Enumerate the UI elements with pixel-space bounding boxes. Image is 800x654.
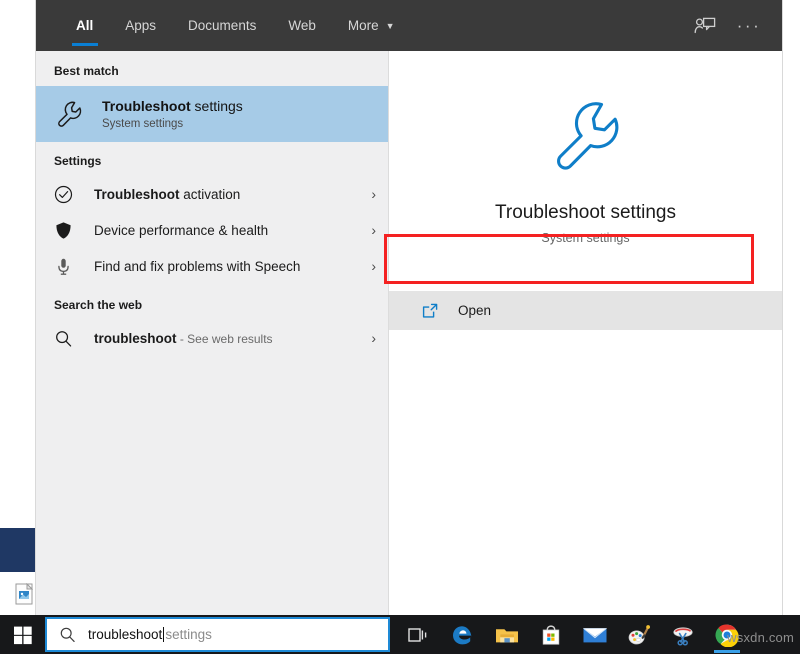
- taskbar-search-input[interactable]: troubleshoot settings: [46, 618, 389, 651]
- person-feedback-icon[interactable]: [692, 13, 718, 39]
- settings-heading: Settings: [36, 142, 388, 176]
- search-tabs: All Apps Documents Web More ▼: [36, 0, 411, 51]
- result-label-bold: Troubleshoot: [94, 187, 180, 202]
- result-troubleshoot-activation[interactable]: Troubleshoot activation ›: [36, 176, 388, 212]
- tab-active-underline: [72, 43, 98, 46]
- microsoft-store-button[interactable]: [529, 615, 573, 654]
- microsoft-edge-button[interactable]: [441, 615, 485, 654]
- best-match-subtitle: System settings: [102, 116, 243, 132]
- results-pane: Best match Troubleshoot settings System …: [36, 51, 389, 616]
- chevron-right-icon[interactable]: ›: [363, 186, 376, 202]
- chevron-down-icon: ▼: [386, 22, 395, 31]
- file-explorer-button[interactable]: [485, 615, 529, 654]
- result-label-bold: troubleshoot: [94, 331, 177, 346]
- open-external-icon: [421, 302, 458, 320]
- tab-web[interactable]: Web: [272, 0, 332, 51]
- best-match-result[interactable]: Troubleshoot settings System settings: [36, 86, 388, 142]
- task-view-button[interactable]: [397, 615, 441, 654]
- preview-subtitle: System settings: [541, 231, 629, 245]
- taskbar-items: [397, 615, 749, 654]
- search-body: Best match Troubleshoot settings System …: [36, 51, 782, 616]
- result-label-rest: Find and fix problems with Speech: [94, 259, 300, 274]
- result-label: Device performance & health: [94, 223, 268, 238]
- wrench-icon: [54, 99, 102, 129]
- result-label: Troubleshoot activation: [94, 187, 240, 202]
- ellipsis-glyph: ···: [737, 21, 761, 31]
- tab-web-label: Web: [288, 18, 316, 33]
- paint-3d-button[interactable]: [617, 615, 661, 654]
- text-cursor: [163, 627, 164, 642]
- tab-all[interactable]: All: [60, 0, 109, 51]
- google-chrome-button[interactable]: [705, 615, 749, 654]
- start-button[interactable]: [0, 615, 46, 654]
- screen: All Apps Documents Web More ▼: [0, 0, 800, 654]
- result-web-troubleshoot[interactable]: troubleshoot - See web results ›: [36, 320, 388, 356]
- desktop-file-icon[interactable]: [15, 583, 33, 605]
- search-suggestion-text: settings: [165, 627, 212, 642]
- chevron-right-icon[interactable]: ›: [363, 258, 376, 274]
- preview-pane: Troubleshoot settings System settings Op…: [389, 51, 782, 616]
- tab-all-label: All: [76, 18, 93, 33]
- preview-title: Troubleshoot settings: [495, 202, 676, 224]
- wrench-icon-large: [547, 97, 625, 180]
- best-match-heading: Best match: [36, 54, 388, 86]
- search-icon: [59, 626, 76, 643]
- chevron-right-icon[interactable]: ›: [363, 222, 376, 238]
- tab-documents-label: Documents: [188, 18, 256, 33]
- open-action-button[interactable]: Open: [389, 291, 782, 330]
- search-header-actions: ···: [692, 0, 782, 51]
- search-the-web-heading: Search the web: [36, 284, 388, 320]
- search-header: All Apps Documents Web More ▼: [36, 0, 782, 51]
- microphone-icon: [54, 257, 94, 276]
- result-find-fix-speech[interactable]: Find and fix problems with Speech ›: [36, 248, 388, 284]
- result-device-performance-health[interactable]: Device performance & health ›: [36, 212, 388, 248]
- check-circle-icon: [54, 185, 94, 204]
- result-label-rest: activation: [180, 187, 241, 202]
- best-match-texts: Troubleshoot settings System settings: [102, 97, 243, 132]
- search-icon: [54, 329, 94, 348]
- mail-button[interactable]: [573, 615, 617, 654]
- tab-more-label: More: [348, 18, 379, 33]
- tab-apps-label: Apps: [125, 18, 156, 33]
- best-match-title-bold: Troubleshoot: [102, 98, 191, 114]
- more-options-icon[interactable]: ···: [736, 13, 762, 39]
- best-match-title-rest: settings: [191, 98, 243, 114]
- tab-more[interactable]: More ▼: [332, 0, 411, 51]
- taskbar: troubleshoot settings: [0, 615, 800, 654]
- tab-apps[interactable]: Apps: [109, 0, 172, 51]
- shield-icon: [54, 221, 94, 240]
- search-typed-text: troubleshoot: [88, 627, 162, 642]
- result-label-rest: - See web results: [177, 332, 273, 346]
- tab-documents[interactable]: Documents: [172, 0, 272, 51]
- snipping-tool-button[interactable]: [661, 615, 705, 654]
- search-flyout: All Apps Documents Web More ▼: [36, 0, 782, 616]
- open-action-label: Open: [458, 303, 491, 318]
- chevron-right-icon[interactable]: ›: [363, 330, 376, 346]
- best-match-title: Troubleshoot settings: [102, 97, 243, 116]
- preview-header: Troubleshoot settings System settings: [389, 51, 782, 285]
- result-label: Find and fix problems with Speech: [94, 259, 300, 274]
- result-label: troubleshoot - See web results: [94, 331, 273, 346]
- result-label-rest: Device performance & health: [94, 223, 268, 238]
